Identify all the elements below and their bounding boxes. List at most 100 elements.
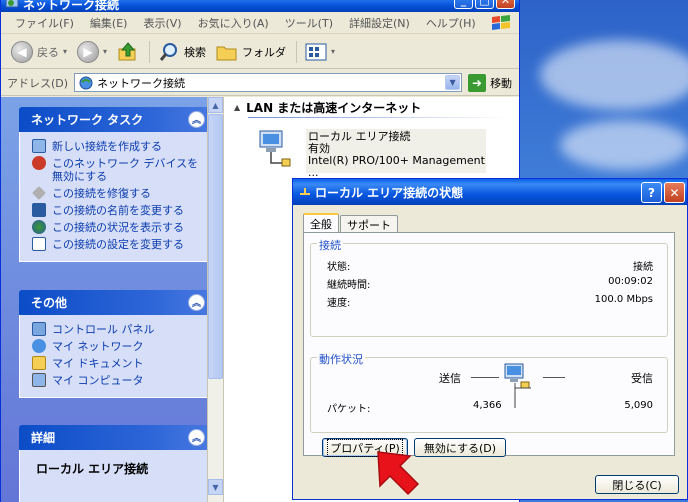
task-disable-device[interactable]: このネットワーク デバイスを無効にする	[32, 156, 208, 183]
back-label: 戻る	[37, 45, 59, 59]
go-button[interactable]: ➜ 移動	[468, 73, 513, 92]
menu-help[interactable]: ヘルプ(H)	[418, 15, 484, 31]
place-control-panel[interactable]: コントロール パネル	[32, 322, 208, 336]
my-documents-icon	[32, 356, 46, 370]
status-label: 状態:	[327, 262, 351, 273]
network-icon	[79, 76, 93, 89]
status-globe-icon	[32, 220, 46, 234]
connection-item[interactable]: ローカル エリア接続 有効 Intel(R) PRO/100+ Manageme…	[248, 127, 486, 179]
explorer-title: ネットワーク接続	[23, 0, 120, 12]
menu-bar: ファイル(F) 編集(E) 表示(V) お気に入り(A) ツール(T) 詳細設定…	[1, 12, 519, 34]
speed-label: 速度:	[327, 298, 351, 309]
dialog-titlebar[interactable]: ローカル エリア接続の状態 ? ✕	[293, 179, 687, 205]
collapse-chevron-icon[interactable]: ︽	[188, 294, 205, 311]
speed-value: 100.0 Mbps	[594, 294, 653, 305]
collapse-chevron-icon[interactable]: ︽	[188, 429, 205, 446]
dialog-close-btn[interactable]: 閉じる(C)	[595, 475, 679, 494]
activity-computer-icon	[504, 363, 531, 408]
go-arrow-icon: ➜	[468, 73, 487, 92]
connection-legend: 接続	[317, 237, 343, 253]
views-button[interactable]: ▾	[305, 43, 335, 61]
connection-name: ローカル エリア接続	[308, 130, 411, 143]
details-connection-name: ローカル エリア接続	[36, 462, 149, 476]
packets-sent: 4,366	[473, 400, 502, 411]
task-create-connection[interactable]: 新しい接続を作成する	[32, 139, 208, 153]
task-change-settings[interactable]: この接続の設定を変更する	[32, 237, 208, 251]
connection-device: Intel(R) PRO/100+ Management ...	[308, 154, 485, 179]
menu-edit[interactable]: 編集(E)	[82, 15, 136, 31]
other-places-header[interactable]: その他 ︽	[19, 290, 209, 315]
new-connection-icon	[32, 139, 46, 153]
network-tasks-panel: ネットワーク タスク ︽ 新しい接続を作成する このネットワーク デバイスを無効…	[19, 107, 209, 262]
activity-legend: 動作状況	[317, 351, 365, 367]
network-tasks-header[interactable]: ネットワーク タスク ︽	[19, 107, 209, 132]
minimize-button[interactable]: _	[454, 0, 473, 9]
menu-advanced[interactable]: 詳細設定(N)	[341, 15, 418, 31]
network-connection-icon	[259, 130, 291, 167]
menu-tools[interactable]: ツール(T)	[277, 15, 341, 31]
details-panel: 詳細 ︽ ローカル エリア接続	[19, 425, 209, 502]
up-folder-button[interactable]	[117, 41, 139, 63]
forward-arrow-icon: ▶	[77, 40, 100, 63]
task-pane-scrollbar[interactable]: ▲ ▼	[207, 97, 223, 502]
network-tasks-title: ネットワーク タスク	[31, 113, 144, 127]
explorer-titlebar[interactable]: ネットワーク接続 _ □ ✕	[1, 0, 519, 12]
help-button[interactable]: ?	[641, 182, 662, 203]
dialog-tabs: 全般 サポート	[303, 213, 399, 233]
scroll-up-icon[interactable]: ▲	[208, 97, 223, 113]
tab-general[interactable]: 全般	[303, 213, 339, 233]
folders-label: フォルダ	[242, 45, 287, 59]
connection-text: ローカル エリア接続 有効 Intel(R) PRO/100+ Manageme…	[308, 131, 486, 179]
disable-device-icon	[32, 156, 46, 170]
folders-button[interactable]: フォルダ	[216, 42, 286, 62]
address-bar: アドレス(D) ネットワーク接続 ▼ ➜ 移動	[1, 70, 519, 96]
menu-file[interactable]: ファイル(F)	[7, 15, 82, 31]
repair-wrench-icon	[32, 186, 46, 200]
duration-value: 00:09:02	[608, 276, 653, 287]
red-pointer-arrow-icon	[377, 451, 420, 496]
scroll-down-icon[interactable]: ▼	[208, 479, 223, 495]
packets-received: 5,090	[624, 400, 653, 411]
other-places-panel: その他 ︽ コントロール パネル マイ ネットワーク マイ ドキュメント マイ …	[19, 290, 209, 398]
my-computer-icon	[32, 373, 46, 387]
views-icon	[305, 43, 327, 60]
close-button[interactable]: ✕	[496, 0, 515, 9]
my-network-icon	[32, 339, 46, 353]
details-title: 詳細	[31, 431, 56, 445]
control-panel-icon	[32, 322, 46, 336]
tab-support[interactable]: サポート	[340, 215, 398, 233]
maximize-button[interactable]: □	[475, 0, 494, 9]
packets-label: パケット:	[327, 404, 371, 415]
task-view-status[interactable]: この接続の状況を表示する	[32, 220, 208, 234]
search-label: 検索	[184, 45, 207, 59]
task-rename-connection[interactable]: この接続の名前を変更する	[32, 203, 208, 217]
task-pane: ネットワーク タスク ︽ 新しい接続を作成する このネットワーク デバイスを無効…	[1, 97, 223, 502]
go-label: 移動	[490, 76, 513, 90]
status-value: 接続	[633, 262, 653, 273]
received-label: 受信	[631, 372, 653, 385]
connection-status-dialog: ローカル エリア接続の状態 ? ✕ 全般 サポート 接続 状態: 接続 継続時間…	[292, 178, 688, 500]
collapse-chevron-icon[interactable]: ︽	[188, 111, 205, 128]
scroll-thumb[interactable]	[208, 114, 223, 379]
dialog-close-button[interactable]: ✕	[664, 182, 685, 203]
address-dropdown-icon[interactable]: ▼	[445, 75, 461, 90]
back-button[interactable]: ◀ 戻る ▾	[11, 40, 67, 63]
group-arrow-icon: ▲	[234, 102, 241, 112]
place-my-network[interactable]: マイ ネットワーク	[32, 339, 208, 353]
duration-label: 継続時間:	[327, 280, 371, 291]
menu-view[interactable]: 表示(V)	[135, 15, 189, 31]
address-label: アドレス(D)	[7, 76, 69, 90]
address-input[interactable]: ネットワーク接続 ▼	[74, 73, 463, 92]
sent-label: 送信	[439, 372, 461, 385]
menu-favorites[interactable]: お気に入り(A)	[190, 15, 277, 31]
back-arrow-icon: ◀	[11, 40, 33, 63]
search-icon	[159, 42, 178, 61]
search-button[interactable]: 検索	[158, 41, 206, 63]
rename-icon	[32, 203, 46, 217]
network-plug-icon	[300, 188, 310, 195]
place-my-documents[interactable]: マイ ドキュメント	[32, 356, 208, 370]
place-my-computer[interactable]: マイ コンピュータ	[32, 373, 208, 387]
task-repair-connection[interactable]: この接続を修復する	[32, 186, 208, 200]
forward-button[interactable]: ▶ ▾	[77, 40, 107, 63]
details-header[interactable]: 詳細 ︽	[19, 425, 209, 450]
